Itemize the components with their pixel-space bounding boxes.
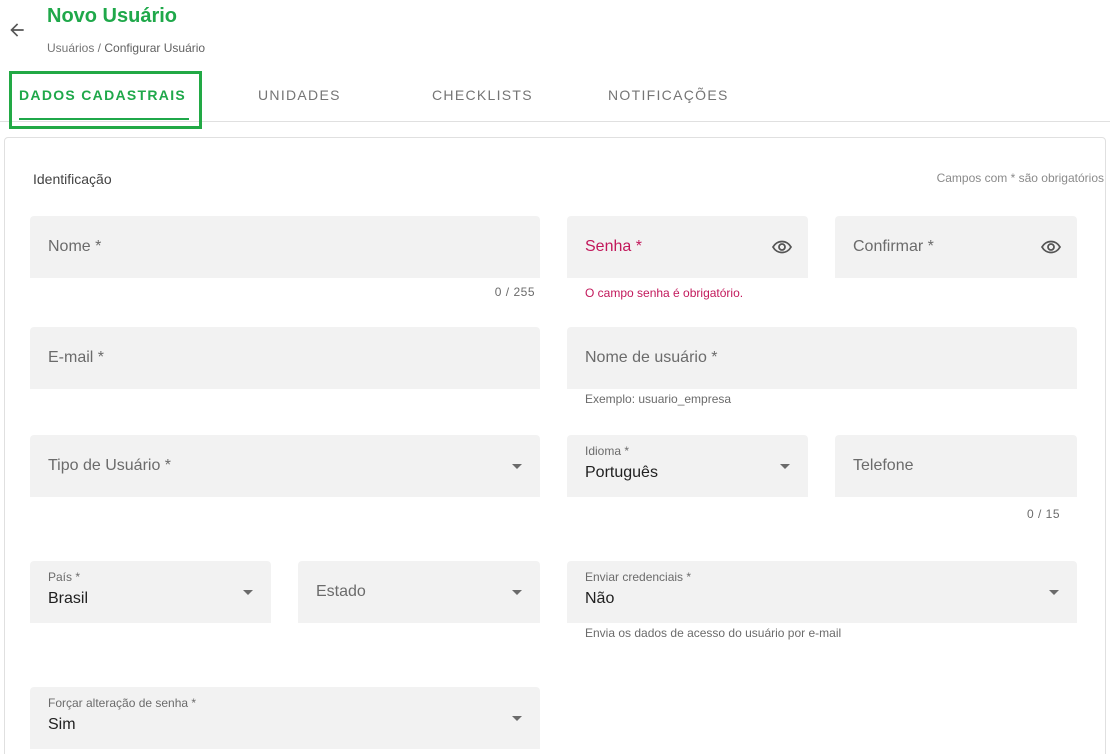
nome-field[interactable]: Nome * (30, 216, 540, 278)
telefone-counter: 0 / 15 (1026, 507, 1060, 521)
idioma-label: Idioma * (585, 444, 630, 458)
nome-usuario-label: Nome de usuário * (585, 349, 718, 366)
telefone-field[interactable]: Telefone (835, 435, 1077, 497)
tab-checklists[interactable]: CHECKLISTS (432, 72, 533, 120)
estado-label: Estado (316, 583, 366, 600)
tab-unidades[interactable]: UNIDADES (258, 72, 341, 120)
senha-label: Senha * (585, 238, 642, 255)
pais-value: Brasil (48, 590, 89, 607)
page-title: Novo Usuário (47, 5, 178, 27)
forcar-senha-label: Forçar alteração de senha * (48, 696, 197, 710)
breadcrumb: Usuários / Configurar Usuário (47, 41, 205, 55)
eye-icon[interactable] (770, 235, 794, 259)
forcar-senha-select[interactable]: Forçar alteração de senha * Sim (30, 687, 540, 749)
enviar-credenciais-select[interactable]: Enviar credenciais * Não (567, 561, 1077, 623)
senha-error: O campo senha é obrigatório. (585, 286, 744, 300)
tab-highlight-box (9, 71, 202, 129)
breadcrumb-parent[interactable]: Usuários / (47, 41, 101, 55)
required-fields-note: Campos com * são obrigatórios (936, 171, 1104, 185)
pais-label: País * (48, 570, 81, 584)
confirmar-label: Confirmar * (853, 238, 934, 255)
tipo-usuario-select[interactable]: Tipo de Usuário * (30, 435, 540, 497)
telefone-label: Telefone (853, 457, 914, 474)
pais-select[interactable]: País * Brasil (30, 561, 271, 623)
caret-down-icon[interactable] (243, 590, 253, 595)
arrow-left-icon[interactable] (7, 20, 27, 40)
senha-field[interactable]: Senha * (567, 216, 808, 278)
idioma-value: Português (585, 464, 658, 481)
page-header: Novo Usuário Usuários / Configurar Usuár… (0, 0, 1110, 60)
nome-label: Nome * (48, 238, 102, 255)
enviar-credenciais-value: Não (585, 590, 615, 607)
tab-notificacoes[interactable]: NOTIFICAÇÕES (608, 72, 729, 120)
estado-select[interactable]: Estado (298, 561, 540, 623)
caret-down-icon[interactable] (512, 590, 522, 595)
caret-down-icon[interactable] (780, 464, 790, 469)
eye-icon[interactable] (1039, 235, 1063, 259)
enviar-credenciais-label: Enviar credenciais * (585, 570, 692, 584)
caret-down-icon[interactable] (512, 716, 522, 721)
email-field[interactable]: E-mail * (30, 327, 540, 389)
email-label: E-mail * (48, 349, 105, 366)
nome-usuario-hint: Exemplo: usuario_empresa (585, 392, 732, 406)
nome-counter: 0 / 255 (494, 285, 535, 299)
enviar-credenciais-hint: Envia os dados de acesso do usuário por … (585, 626, 842, 640)
nome-usuario-field[interactable]: Nome de usuário * (567, 327, 1077, 389)
breadcrumb-current: Configurar Usuário (104, 41, 206, 55)
idioma-select[interactable]: Idioma * Português (567, 435, 808, 497)
caret-down-icon[interactable] (512, 464, 522, 469)
tipo-usuario-label: Tipo de Usuário * (48, 457, 172, 474)
confirmar-field[interactable]: Confirmar * (835, 216, 1077, 278)
caret-down-icon[interactable] (1049, 590, 1059, 595)
section-title: Identificação (33, 171, 112, 187)
forcar-senha-value: Sim (48, 716, 76, 733)
